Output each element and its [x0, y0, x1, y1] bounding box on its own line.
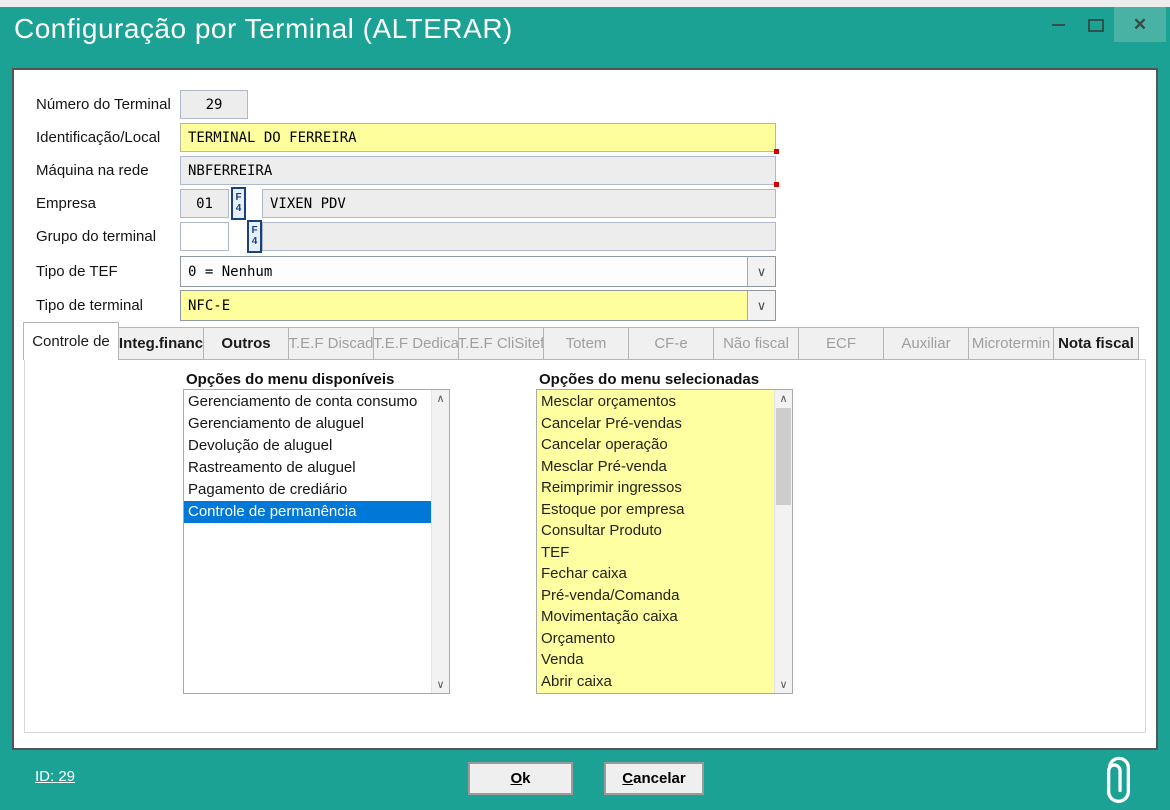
tef-type-label: Tipo de TEF: [36, 263, 178, 280]
selected-option-reimprimir-ingressos[interactable]: Reimprimir ingressos: [537, 477, 775, 499]
terminal-group-f4-lookup-icon[interactable]: F4: [247, 220, 262, 253]
available-option-gerenciamento-de-conta-consumo[interactable]: Gerenciamento de conta consumo: [184, 391, 432, 413]
tab-t-e-f-dedica: T.E.F Dedica: [373, 327, 459, 360]
selected-option-tef[interactable]: TEF: [537, 542, 775, 564]
selected-options-list[interactable]: Mesclar orçamentosCancelar Pré-vendasCan…: [536, 389, 793, 694]
machine-marker: [774, 182, 779, 187]
tab-t-e-f-discad: T.E.F Discad: [288, 327, 374, 360]
terminal-group-label: Grupo do terminal: [36, 228, 178, 245]
company-name-field: VIXEN PDV: [262, 189, 776, 218]
machine-field[interactable]: NBFERREIRA: [180, 156, 776, 185]
tef-type-select[interactable]: 0 = Nenhum ∨: [180, 256, 776, 287]
tab-controle-de[interactable]: Controle de: [23, 322, 119, 360]
record-id-link[interactable]: ID: 29: [35, 768, 75, 785]
minimize-icon: [1052, 24, 1065, 26]
tab-totem: Totem: [543, 327, 629, 360]
selected-list-scrollbar[interactable]: ∧ ∨: [774, 390, 792, 693]
selected-option-consultar-produto[interactable]: Consultar Produto: [537, 520, 775, 542]
selected-option-fechar-caixa[interactable]: Fechar caixa: [537, 563, 775, 585]
selected-option-cancelar-opera-o[interactable]: Cancelar operação: [537, 434, 775, 456]
selected-option-estoque-por-empresa[interactable]: Estoque por empresa: [537, 499, 775, 521]
identification-marker: [774, 149, 779, 154]
window-title: Configuração por Terminal (ALTERAR): [14, 13, 513, 45]
terminal-group-code-field[interactable]: [180, 222, 229, 251]
tab-t-e-f-clisitef: T.E.F CliSitef: [458, 327, 544, 360]
tab-outros[interactable]: Outros: [203, 327, 289, 360]
scroll-up-icon[interactable]: ∧: [775, 390, 792, 407]
selected-option-cancelar-pr-vendas[interactable]: Cancelar Pré-vendas: [537, 413, 775, 435]
window-top-edge: [0, 0, 1170, 7]
scroll-down-icon[interactable]: ∨: [432, 676, 449, 693]
company-code-field[interactable]: 01: [180, 189, 229, 218]
available-option-controle-de-perman-ncia[interactable]: Controle de permanência: [184, 501, 449, 523]
available-option-pagamento-de-credi-rio[interactable]: Pagamento de crediário: [184, 479, 432, 501]
tab-n-o-fiscal: Não fiscal: [713, 327, 799, 360]
tef-type-value: 0 = Nenhum: [181, 264, 747, 280]
scrollbar-thumb[interactable]: [776, 408, 791, 505]
scroll-up-icon[interactable]: ∧: [432, 390, 449, 407]
machine-label: Máquina na rede: [36, 162, 178, 179]
terminal-type-select[interactable]: NFC-E ∨: [180, 290, 776, 321]
chevron-down-icon[interactable]: ∨: [747, 291, 775, 320]
tab-nota-fiscal[interactable]: Nota fiscal: [1053, 327, 1139, 360]
available-option-gerenciamento-de-aluguel[interactable]: Gerenciamento de aluguel: [184, 413, 432, 435]
maximize-icon: [1088, 19, 1104, 32]
minimize-button[interactable]: [1042, 10, 1074, 40]
available-options-header: Opções do menu disponíveis: [186, 371, 394, 388]
tab-integ-financ[interactable]: Integ.financ: [118, 327, 204, 360]
selected-option-abrir-caixa[interactable]: Abrir caixa: [537, 671, 775, 693]
selected-option-mesclar-or-amentos[interactable]: Mesclar orçamentos: [537, 391, 775, 413]
available-list-scrollbar[interactable]: ∧ ∨: [431, 390, 449, 693]
paperclip-icon[interactable]: [1097, 748, 1141, 806]
chevron-down-icon[interactable]: ∨: [747, 257, 775, 286]
available-options-list[interactable]: Gerenciamento de conta consumoGerenciame…: [183, 389, 450, 694]
selected-option-or-amento[interactable]: Orçamento: [537, 628, 775, 650]
terminal-type-value: NFC-E: [181, 298, 747, 314]
tab-cf-e: CF-e: [628, 327, 714, 360]
terminal-type-label: Tipo de terminal: [36, 297, 178, 314]
tab-auxiliar: Auxiliar: [883, 327, 969, 360]
available-option-rastreamento-de-aluguel[interactable]: Rastreamento de aluguel: [184, 457, 432, 479]
ok-button[interactable]: Ok: [468, 762, 573, 795]
terminal-number-label: Número do Terminal: [36, 96, 178, 113]
tab-ecf: ECF: [798, 327, 884, 360]
app-window: Configuração por Terminal (ALTERAR) ✕ Nú…: [0, 0, 1170, 810]
terminal-number-field[interactable]: 29: [180, 90, 248, 119]
close-icon: ✕: [1133, 15, 1147, 35]
selected-option-pr-venda-comanda[interactable]: Pré-venda/Comanda: [537, 585, 775, 607]
available-option-devolu-o-de-aluguel[interactable]: Devolução de aluguel: [184, 435, 432, 457]
tab-microtermin: Microtermin: [968, 327, 1054, 360]
company-label: Empresa: [36, 195, 178, 212]
cancel-button[interactable]: Cancelar: [604, 762, 704, 795]
tab-strip: Controle deInteg.financOutrosT.E.F Disca…: [23, 327, 1139, 360]
scroll-down-icon[interactable]: ∨: [775, 676, 792, 693]
company-f4-lookup-icon[interactable]: F4: [231, 187, 246, 220]
selected-option-mesclar-pr-venda[interactable]: Mesclar Pré-venda: [537, 456, 775, 478]
terminal-group-name-field: [262, 222, 776, 251]
identification-field[interactable]: TERMINAL DO FERREIRA: [180, 123, 776, 152]
close-button[interactable]: ✕: [1114, 7, 1166, 42]
selected-options-header: Opções do menu selecionadas: [539, 371, 759, 388]
identification-label: Identificação/Local: [36, 129, 178, 146]
selected-option-movimenta-o-caixa[interactable]: Movimentação caixa: [537, 606, 775, 628]
maximize-button[interactable]: [1080, 10, 1112, 40]
selected-option-venda[interactable]: Venda: [537, 649, 775, 671]
